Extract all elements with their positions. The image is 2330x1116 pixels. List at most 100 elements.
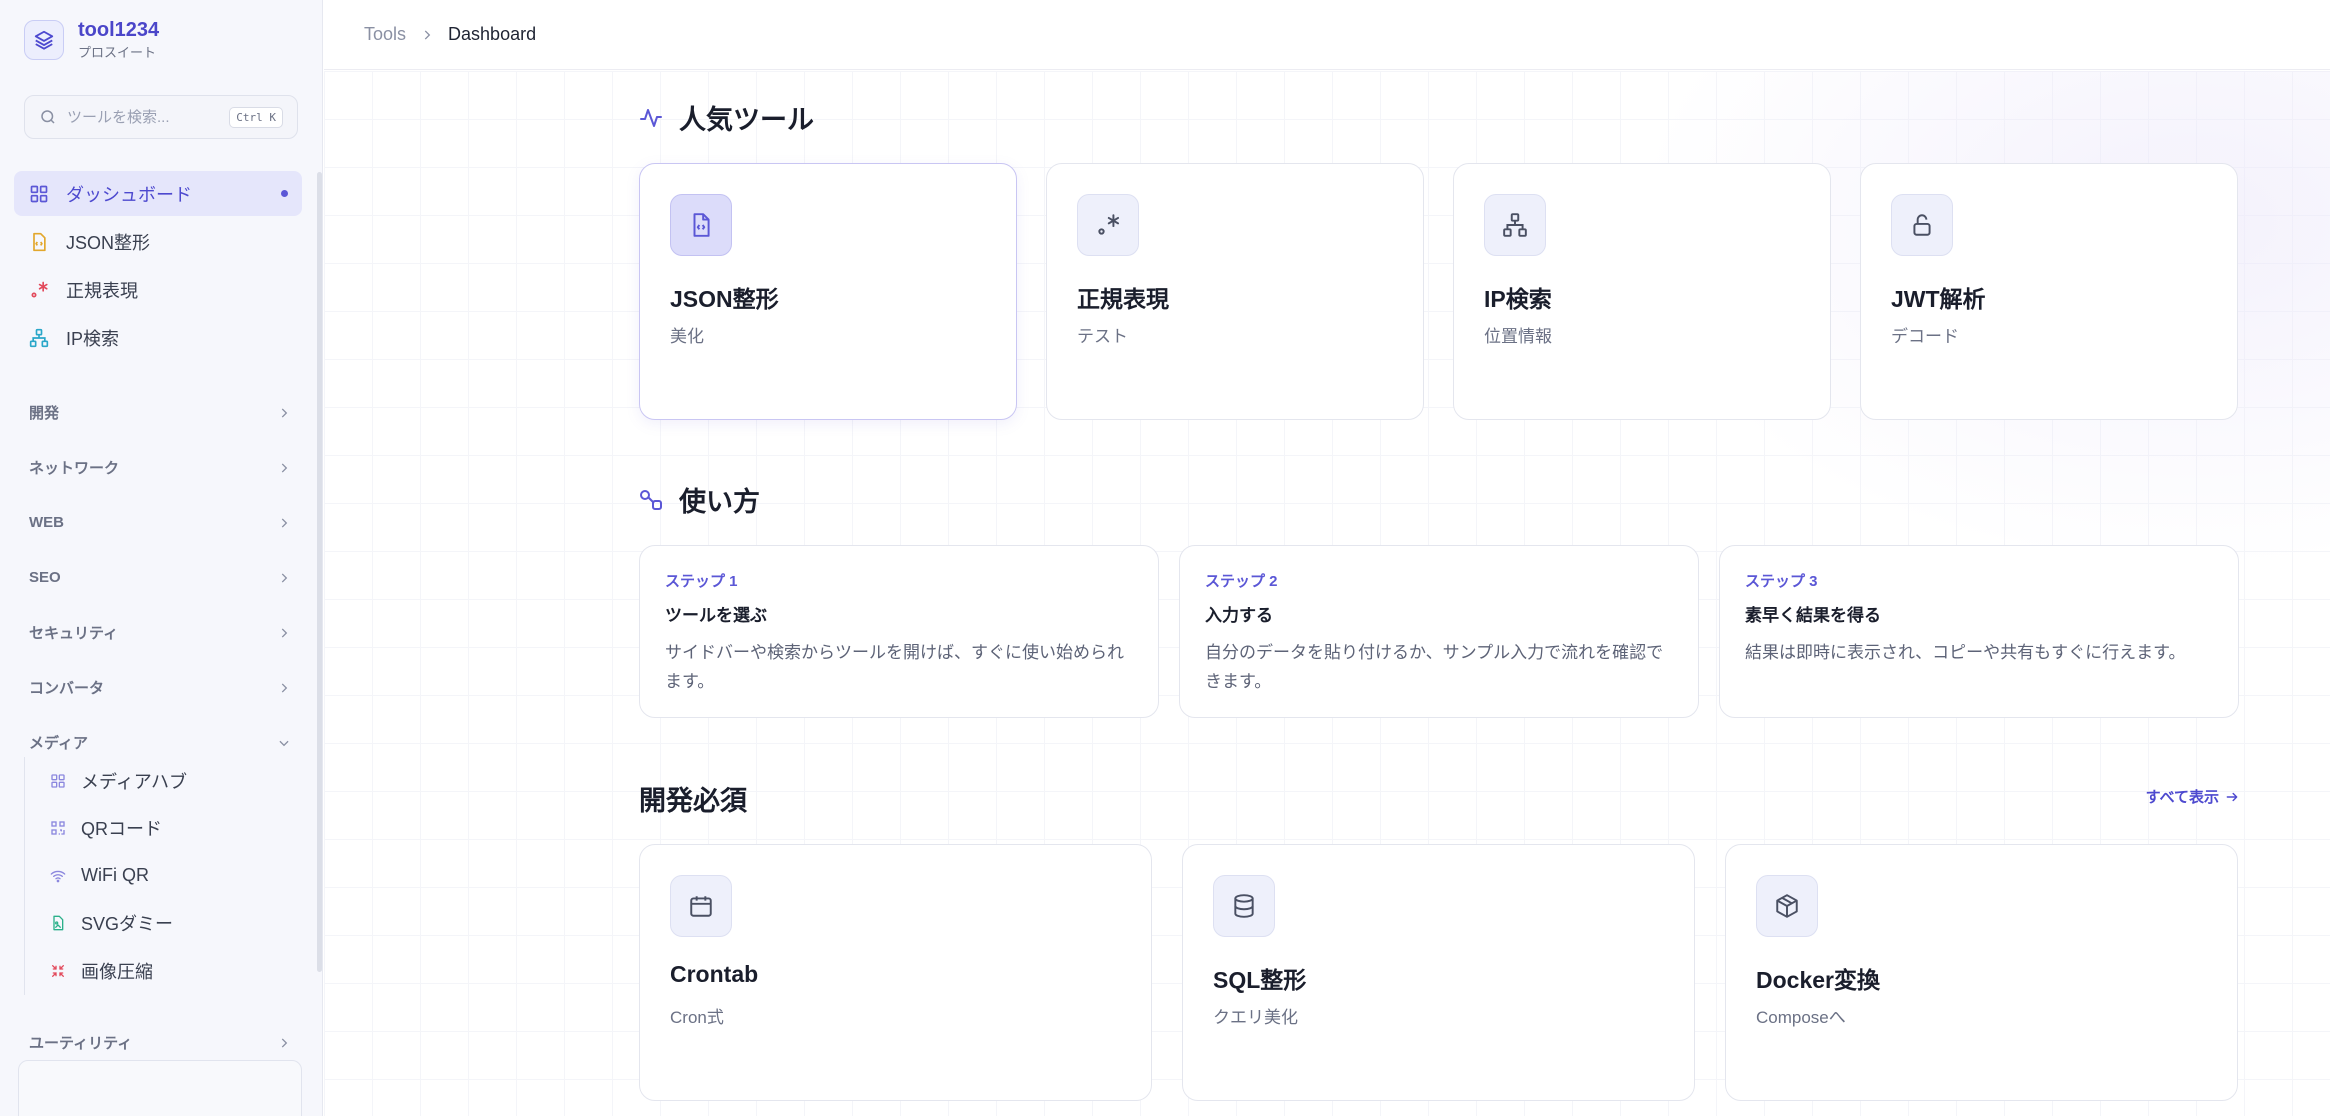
topbar: Tools Dashboard (324, 0, 2330, 70)
tool-subtitle: 美化 (670, 327, 704, 346)
tool-card-regex[interactable]: 正規表現 テスト (1046, 163, 1424, 420)
popular-section-title: 人気ツール (639, 98, 814, 137)
tool-subtitle: 位置情報 (1484, 327, 1552, 346)
sidebar-item-json[interactable]: JSON整形 (14, 219, 302, 264)
brand-name: tool1234 (78, 19, 160, 41)
sidebar-nav: ダッシュボード JSON整形 正規表現 IP検索 (14, 171, 302, 363)
search-input[interactable] (67, 108, 227, 126)
step-description: 結果は即時に表示され、コピーや共有もすぐに行えます。 (1745, 643, 2186, 662)
category-network[interactable]: ネットワーク (29, 440, 291, 495)
category-web[interactable]: WEB (29, 495, 291, 550)
wifi-icon (49, 867, 67, 885)
step-number: ステップ 2 (1205, 573, 1278, 590)
category-label: 開発 (29, 405, 60, 422)
tool-subtitle: Cron式 (670, 1008, 724, 1027)
section-title-text: 使い方 (679, 487, 760, 517)
tool-name: Crontab (670, 961, 759, 987)
see-all-label: すべて表示 (2145, 789, 2219, 806)
see-all-link[interactable]: すべて表示 (2146, 786, 2239, 807)
step-title: 素早く結果を得る (1745, 606, 1881, 625)
grid-icon (49, 772, 67, 790)
chevron-right-icon (281, 627, 288, 638)
step-number: ステップ 3 (1745, 573, 1818, 590)
dev-section-title: 開発必須 (639, 779, 747, 818)
route-icon (640, 489, 662, 510)
section-title-text: 開発必須 (639, 786, 747, 816)
chevron-down-icon (279, 740, 289, 746)
category-converter[interactable]: コンバータ (29, 660, 291, 715)
network-icon (1484, 194, 1546, 256)
regex-icon (28, 279, 50, 301)
sidebar-footer (18, 1060, 302, 1116)
step-card-1: ステップ 1 ツールを選ぶ サイドバーや検索からツールを開けば、すぐに使い始めら… (639, 545, 1159, 718)
tool-card-docker[interactable]: Docker変換 Composeへ (1725, 844, 2238, 1101)
sidebar-item-label: QRコード (81, 819, 162, 840)
tool-card-crontab[interactable]: Crontab Cron式 (639, 844, 1152, 1101)
activity-icon (640, 108, 662, 127)
chevron-right-icon (424, 29, 431, 40)
chevron-right-icon (281, 572, 288, 583)
grid-icon (28, 183, 50, 205)
chevron-right-icon (281, 517, 288, 528)
category-list: 開発 ネットワーク WEB SEO セキュリティ コンバータ メディア (29, 385, 291, 770)
sidebar-item-media-hub[interactable]: メディアハブ (25, 757, 298, 805)
sidebar-item-regex[interactable]: 正規表現 (14, 267, 302, 312)
tool-card-json[interactable]: JSON整形 美化 (639, 163, 1017, 420)
search-box[interactable]: Ctrl K (24, 95, 298, 139)
sidebar-item-image-compress[interactable]: 画像圧縮 (25, 947, 298, 995)
category-label: セキュリティ (29, 625, 119, 642)
category-dev[interactable]: 開発 (29, 385, 291, 440)
unlock-icon (1891, 194, 1953, 256)
breadcrumb-current: Dashboard (448, 24, 537, 44)
section-title-text: 人気ツール (679, 105, 814, 135)
howto-section-title: 使い方 (639, 480, 760, 519)
category-label: メディア (29, 735, 88, 752)
search-shortcut: Ctrl K (229, 106, 283, 128)
category-security[interactable]: セキュリティ (29, 605, 291, 660)
sidebar-item-ip[interactable]: IP検索 (14, 315, 302, 360)
tool-name: 正規表現 (1077, 286, 1169, 312)
sidebar-scrollbar[interactable] (317, 172, 322, 972)
tool-subtitle: Composeへ (1756, 1008, 1846, 1027)
tool-card-ip[interactable]: IP検索 位置情報 (1453, 163, 1831, 420)
sidebar-item-label: メディアハブ (81, 771, 188, 792)
sidebar-item-svg-dummy[interactable]: SVGダミー (25, 900, 298, 948)
tool-card-jwt[interactable]: JWT解析 デコード (1860, 163, 2238, 420)
breadcrumb-root[interactable]: Tools (364, 24, 406, 45)
sidebar-item-label: 画像圧縮 (81, 961, 153, 982)
search-icon (41, 110, 55, 124)
category-seo[interactable]: SEO (29, 550, 291, 605)
chevron-right-icon (281, 682, 288, 693)
category-label: ユーティリティ (29, 1035, 133, 1052)
tool-name: Docker変換 (1756, 967, 1880, 993)
chevron-right-icon (281, 1037, 288, 1048)
chevron-right-icon (281, 407, 288, 418)
sidebar-item-dashboard[interactable]: ダッシュボード (14, 171, 302, 216)
breadcrumb: Tools Dashboard (364, 24, 536, 45)
arrow-right-icon (2226, 792, 2238, 801)
box-icon (1756, 875, 1818, 937)
sidebar: tool1234 プロスイート Ctrl K ダッシュボード JSON整形 正規… (0, 0, 323, 1116)
step-title: 入力する (1205, 606, 1273, 625)
tool-name: JWT解析 (1891, 286, 1986, 312)
image-file-icon (49, 914, 67, 932)
tool-name: SQL整形 (1213, 967, 1307, 993)
active-indicator (281, 190, 288, 197)
sidebar-item-label: IP検索 (66, 328, 120, 349)
media-submenu: メディアハブ QRコード WiFi QR SVGダミー 画像圧縮 (24, 757, 298, 995)
step-card-2: ステップ 2 入力する 自分のデータを貼り付けるか、サンプル入力で流れを確認でき… (1179, 545, 1699, 718)
tool-card-sql[interactable]: SQL整形 クエリ美化 (1182, 844, 1695, 1101)
sidebar-item-label: SVGダミー (81, 914, 174, 935)
tool-subtitle: クエリ美化 (1213, 1008, 1298, 1027)
sidebar-item-label: JSON整形 (66, 232, 151, 253)
step-card-3: ステップ 3 素早く結果を得る 結果は即時に表示され、コピーや共有もすぐに行えま… (1719, 545, 2239, 718)
regex-icon (1077, 194, 1139, 256)
category-label: WEB (29, 514, 64, 531)
sidebar-item-qr[interactable]: QRコード (25, 805, 298, 853)
brand[interactable]: tool1234 プロスイート (24, 18, 159, 61)
category-label: SEO (29, 569, 61, 586)
step-description: サイドバーや検索からツールを開けば、すぐに使い始められます。 (665, 643, 1124, 691)
sidebar-item-wifi-qr[interactable]: WiFi QR (25, 852, 298, 900)
main-content: 人気ツール JSON整形 美化 正規表現 テスト IP検索 位置情報 JWT解析… (324, 71, 2330, 1116)
json-file-icon (670, 194, 732, 256)
